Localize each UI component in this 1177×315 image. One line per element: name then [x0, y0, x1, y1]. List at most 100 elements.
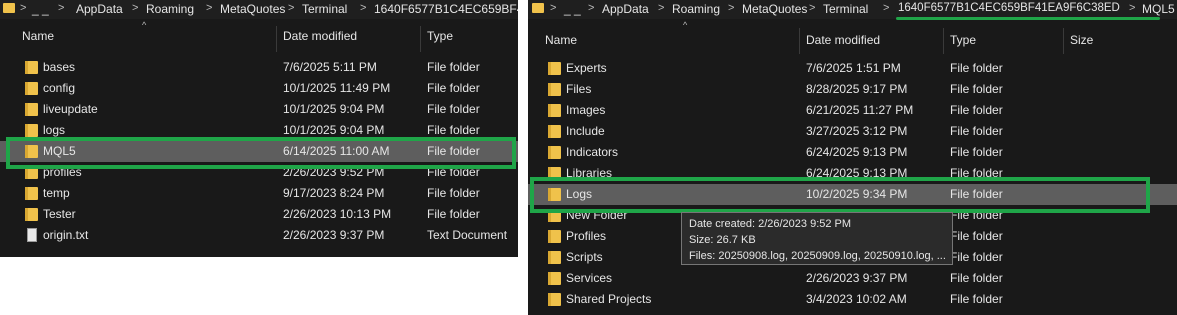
- file-name: liveupdate: [43, 102, 98, 116]
- chevron-right-icon: >: [58, 2, 65, 14]
- file-type: File folder: [427, 207, 480, 221]
- file-date: 3/27/2025 3:12 PM: [806, 124, 908, 138]
- file-date: 3/4/2023 10:02 AM: [806, 292, 907, 306]
- breadcrumb-item[interactable]: _ _: [564, 2, 581, 16]
- folder-icon: [532, 3, 544, 13]
- folder-icon: [25, 187, 38, 200]
- file-name: Indicators: [566, 145, 619, 159]
- chevron-right-icon: >: [550, 2, 557, 14]
- file-date: 6/24/2025 9:13 PM: [806, 145, 908, 159]
- list-item[interactable]: Shared Projects 3/4/2023 10:02 AM File f…: [528, 289, 1177, 310]
- list-item[interactable]: temp 9/17/2023 8:24 PM File folder: [0, 183, 518, 204]
- folder-info-tooltip: Date created: 2/26/2023 9:52 PM Size: 26…: [681, 212, 953, 265]
- file-type: File folder: [427, 60, 480, 74]
- document-icon: [27, 228, 37, 242]
- list-item[interactable]: bases 7/6/2025 5:11 PM File folder: [0, 57, 518, 78]
- column-header-name[interactable]: Name: [22, 29, 54, 43]
- file-type: File folder: [950, 82, 1003, 96]
- column-divider[interactable]: [799, 28, 800, 54]
- list-item[interactable]: Include 3/27/2025 3:12 PM File folder: [528, 121, 1177, 142]
- file-date: 6/21/2025 11:27 PM: [806, 103, 914, 117]
- list-item[interactable]: liveupdate 10/1/2025 9:04 PM File folder: [0, 99, 518, 120]
- folder-icon: [548, 62, 561, 75]
- file-type: File folder: [950, 124, 1003, 138]
- file-name: Scripts: [566, 250, 603, 264]
- file-date: 10/1/2025 11:49 PM: [283, 81, 391, 95]
- file-name: temp: [43, 186, 70, 200]
- breadcrumb-item[interactable]: Terminal: [823, 2, 868, 16]
- file-type: File folder: [950, 103, 1003, 117]
- breadcrumb-item[interactable]: Roaming: [146, 2, 194, 16]
- list-item[interactable]: Services 2/26/2023 9:37 PM File folder: [528, 268, 1177, 289]
- highlight-box: [530, 177, 1150, 213]
- breadcrumb-item[interactable]: AppData: [76, 2, 123, 16]
- chevron-right-icon: >: [288, 2, 295, 14]
- file-type: File folder: [427, 102, 480, 116]
- list-item[interactable]: origin.txt 2/26/2023 9:37 PM Text Docume…: [0, 225, 518, 246]
- breadcrumb-item[interactable]: MQL5: [1142, 2, 1175, 16]
- folder-icon: [25, 103, 38, 116]
- file-type: File folder: [950, 271, 1003, 285]
- list-item[interactable]: config 10/1/2025 11:49 PM File folder: [0, 78, 518, 99]
- file-date: 8/28/2025 9:17 PM: [806, 82, 908, 96]
- highlight-underline: [896, 17, 1160, 20]
- file-name: Libraries: [566, 166, 613, 177]
- column-header-type[interactable]: Type: [427, 29, 453, 43]
- breadcrumb-item[interactable]: MetaQuotes: [742, 2, 807, 16]
- list-item[interactable]: Images 6/21/2025 11:27 PM File folder: [528, 100, 1177, 121]
- chevron-right-icon: >: [206, 2, 213, 14]
- folder-icon: [548, 293, 561, 306]
- list-item[interactable]: Experts 7/6/2025 1:51 PM File folder: [528, 58, 1177, 79]
- folder-icon: [3, 3, 15, 13]
- file-name: logs: [43, 123, 66, 137]
- column-divider[interactable]: [1063, 28, 1064, 54]
- chevron-right-icon: >: [809, 2, 816, 14]
- breadcrumb-item[interactable]: 1640F6577B1C4EC659BF41E: [374, 2, 518, 16]
- chevron-right-icon: >: [883, 2, 890, 14]
- folder-icon: [25, 208, 38, 221]
- column-divider[interactable]: [276, 26, 277, 52]
- column-header-date[interactable]: Date modified: [283, 29, 357, 43]
- column-header-name[interactable]: Name: [545, 33, 577, 47]
- breadcrumb-item[interactable]: MetaQuotes: [220, 2, 285, 16]
- list-item[interactable]: Tester 2/26/2023 10:13 PM File folder: [0, 204, 518, 225]
- chevron-right-icon: >: [132, 2, 139, 14]
- folder-icon: [548, 167, 561, 177]
- tooltip-date-created: Date created: 2/26/2023 9:52 PM: [689, 218, 852, 230]
- breadcrumb-item[interactable]: Roaming: [672, 2, 720, 16]
- column-header-type[interactable]: Type: [950, 33, 976, 47]
- file-date: 9/17/2023 8:24 PM: [283, 186, 385, 200]
- file-date: 10/1/2025 9:04 PM: [283, 102, 385, 116]
- folder-icon: [25, 61, 38, 74]
- breadcrumb-item[interactable]: _ _: [32, 2, 49, 16]
- file-type: File folder: [427, 81, 480, 95]
- file-date: 6/24/2025 9:13 PM: [806, 166, 908, 177]
- file-name: Services: [566, 271, 613, 285]
- file-date: 10/1/2025 9:04 PM: [283, 123, 385, 137]
- breadcrumb-item[interactable]: 1640F6577B1C4EC659BF41EA9F6C38ED: [898, 2, 1120, 14]
- breadcrumb-item[interactable]: AppData: [602, 2, 649, 16]
- list-item[interactable]: Libraries 6/24/2025 9:13 PM File folder: [528, 163, 1177, 177]
- list-item[interactable]: Indicators 6/24/2025 9:13 PM File folder: [528, 142, 1177, 163]
- file-date: 2/26/2023 10:13 PM: [283, 207, 392, 221]
- address-bar[interactable]: > _ _ > AppData > Roaming > MetaQuotes >…: [0, 0, 518, 19]
- list-item[interactable]: Files 8/28/2025 9:17 PM File folder: [528, 79, 1177, 100]
- folder-icon: [25, 82, 38, 95]
- chevron-right-icon: >: [20, 2, 27, 14]
- file-type: File folder: [950, 166, 1003, 177]
- column-divider[interactable]: [943, 28, 944, 54]
- file-type: File folder: [950, 292, 1003, 306]
- column-header-size[interactable]: Size: [1070, 33, 1093, 47]
- file-name: bases: [43, 60, 76, 74]
- column-header-date[interactable]: Date modified: [806, 33, 880, 47]
- file-name: Tester: [43, 207, 76, 221]
- folder-icon: [548, 251, 561, 264]
- file-date: 2/26/2023 9:37 PM: [283, 228, 385, 242]
- file-date: 7/6/2025 1:51 PM: [806, 61, 901, 75]
- file-date: 2/26/2023 9:37 PM: [806, 271, 908, 285]
- breadcrumb-item[interactable]: Terminal: [302, 2, 347, 16]
- file-type: File folder: [950, 61, 1003, 75]
- column-divider[interactable]: [420, 26, 421, 52]
- file-type: File folder: [950, 250, 1003, 264]
- folder-icon: [548, 104, 561, 117]
